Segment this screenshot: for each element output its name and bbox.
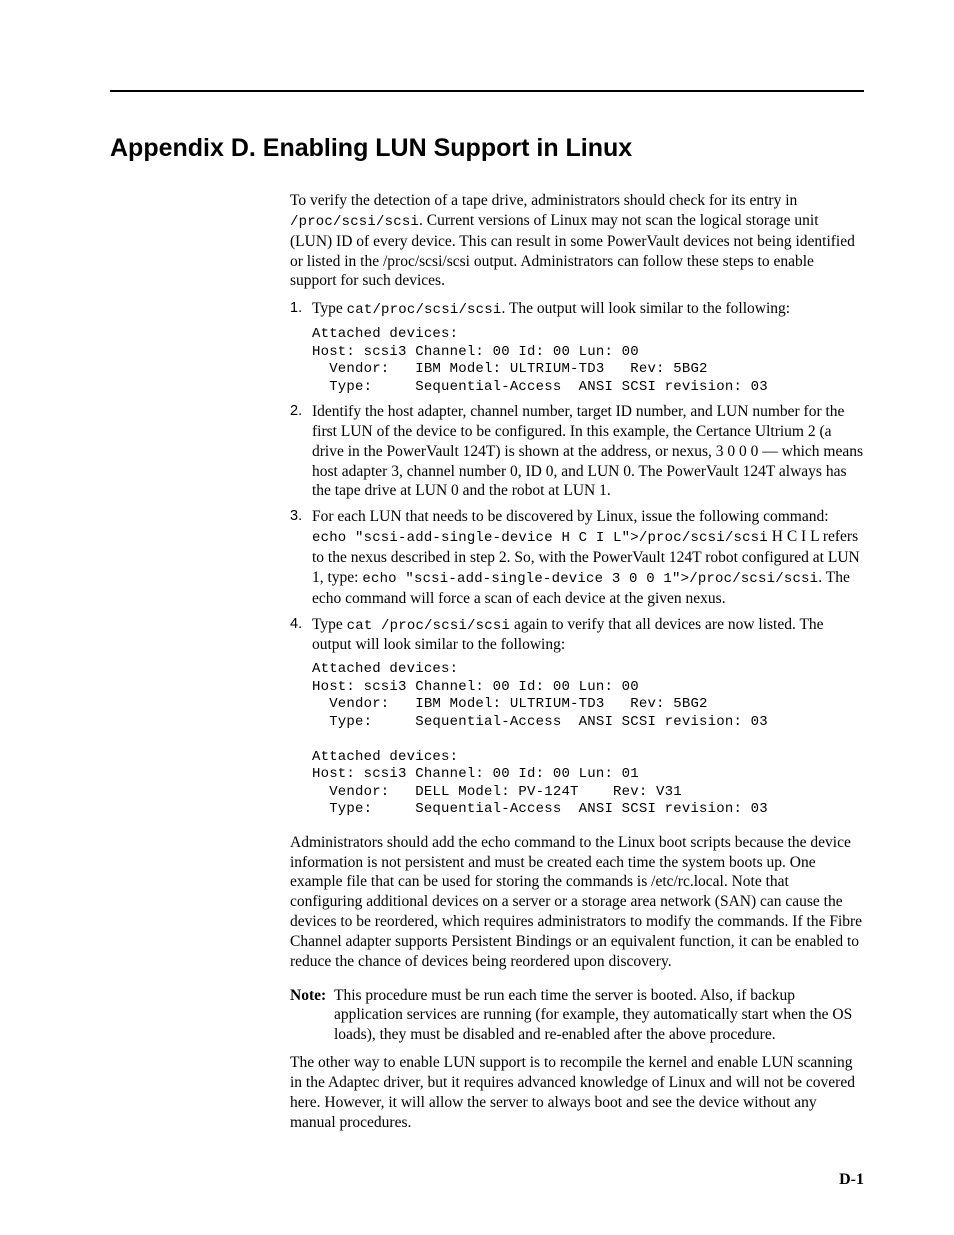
step3-c2: echo "scsi-add-single-device 3 0 0 1">/p… — [362, 571, 818, 587]
top-rule — [110, 90, 864, 92]
step3-c1: echo "scsi-add-single-device H C I L">/p… — [312, 530, 768, 546]
step1-code: cat/proc/scsi/scsi — [347, 302, 502, 318]
intro-code: /proc/scsi/scsi — [290, 214, 419, 230]
step-number: 2. — [290, 402, 302, 421]
step-3: 3. For each LUN that needs to be discove… — [290, 507, 864, 608]
closing-paragraph: The other way to enable LUN support is t… — [290, 1053, 864, 1132]
step-1: 1. Type cat/proc/scsi/scsi. The output w… — [290, 299, 864, 396]
step-4: 4. Type cat /proc/scsi/scsi again to ver… — [290, 615, 864, 819]
step3-t1: For each LUN that needs to be discovered… — [312, 508, 829, 525]
step-number: 3. — [290, 507, 302, 526]
page-title: Appendix D. Enabling LUN Support in Linu… — [110, 134, 864, 163]
step4-code: cat /proc/scsi/scsi — [347, 618, 510, 634]
steps-list: 1. Type cat/proc/scsi/scsi. The output w… — [290, 299, 864, 819]
step-number: 1. — [290, 299, 302, 318]
step1-output: Attached devices: Host: scsi3 Channel: 0… — [312, 326, 864, 396]
page: Appendix D. Enabling LUN Support in Linu… — [0, 0, 954, 1235]
admins-paragraph: Administrators should add the echo comma… — [290, 833, 864, 972]
note-text: This procedure must be run each time the… — [334, 987, 852, 1044]
intro-pre: To verify the detection of a tape drive,… — [290, 192, 797, 209]
step4-pre: Type — [312, 616, 347, 633]
step2-text: Identify the host adapter, channel numbe… — [312, 403, 863, 499]
body-column: To verify the detection of a tape drive,… — [290, 191, 864, 1132]
step1-post: . The output will look similar to the fo… — [501, 300, 790, 317]
step-2: 2. Identify the host adapter, channel nu… — [290, 402, 864, 501]
step-number: 4. — [290, 615, 302, 634]
page-number: D-1 — [839, 1171, 864, 1189]
note-block: Note: This procedure must be run each ti… — [290, 986, 864, 1045]
step4-output: Attached devices: Host: scsi3 Channel: 0… — [312, 661, 864, 819]
step1-pre: Type — [312, 300, 347, 317]
note-label: Note: — [290, 986, 326, 1006]
intro-paragraph: To verify the detection of a tape drive,… — [290, 191, 864, 291]
